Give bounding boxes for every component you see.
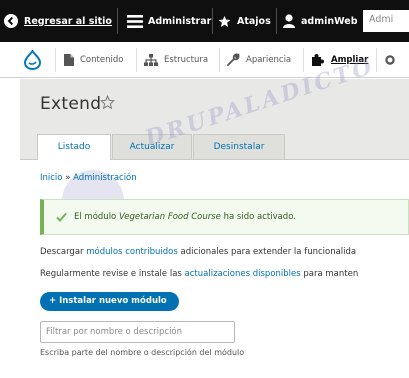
tray-item-structure[interactable]: Estructura	[144, 42, 208, 77]
shortcuts-tab[interactable]: Atajos	[218, 0, 271, 42]
tab-list[interactable]: Listado	[37, 134, 111, 160]
toolbar-divider	[117, 8, 118, 34]
contrib-modules-link[interactable]: módulos contribuidos	[86, 247, 178, 257]
status-message-text: El módulo Vegetarian Food Course ha sido…	[74, 212, 296, 222]
module-filter-input[interactable]	[40, 321, 235, 343]
hamburger-icon	[127, 14, 143, 28]
install-new-module-button[interactable]: + Instalar nuevo módulo	[40, 292, 179, 311]
tab-uninstall[interactable]: Desinstalar	[193, 134, 285, 159]
user-tab-label: adminWeb	[301, 15, 358, 27]
back-to-site-link[interactable]: Regresar al sitio	[4, 0, 112, 42]
paragraph-text: para manten	[300, 269, 359, 279]
manage-tab[interactable]: Administrar	[127, 0, 211, 42]
toolbar-divider	[276, 8, 277, 34]
filter-help-text: Escriba parte del nombre o descripción d…	[40, 348, 245, 357]
sitemap-icon	[144, 53, 158, 66]
breadcrumb-home-link[interactable]: Inicio	[40, 173, 63, 183]
tray-divider	[303, 48, 304, 72]
contrib-modules-paragraph: Descargar módulos contribuidos adicional…	[40, 247, 356, 257]
tray-item-configuration[interactable]	[384, 42, 396, 77]
status-message: El módulo Vegetarian Food Course ha sido…	[40, 199, 409, 235]
available-updates-link[interactable]: actualizaciones disponibles	[185, 269, 301, 279]
tray-divider	[55, 48, 56, 72]
star-icon	[218, 15, 231, 27]
user-icon	[283, 14, 295, 28]
message-suffix: ha sido activado.	[220, 212, 296, 222]
file-icon	[64, 53, 74, 66]
updates-paragraph: Regularmente revise e instale las actual…	[40, 269, 358, 279]
paragraph-text: adicionales para extender la funcionalid…	[177, 247, 357, 257]
breadcrumb-admin-link[interactable]: Administración	[73, 173, 137, 183]
message-module-name: Vegetarian Food Course	[118, 212, 221, 222]
admin-search-input[interactable]: Admi	[363, 10, 409, 32]
tray-divider	[376, 48, 377, 72]
tray-item-label: Estructura	[164, 54, 209, 65]
manage-tab-label: Administrar	[148, 15, 212, 27]
paragraph-text: Regularmente revise e instale las	[40, 269, 185, 279]
breadcrumb-separator: »	[65, 173, 71, 183]
admin-toolbar: Regresar al sitio Administrar Atajos adm…	[0, 0, 409, 42]
tray-item-label: Apariencia	[246, 54, 292, 65]
paragraph-text: Descargar	[40, 247, 87, 257]
breadcrumb: Inicio » Administración	[40, 173, 137, 183]
page-title: Extend	[40, 94, 102, 114]
chevron-left-circle-icon	[4, 14, 18, 28]
tray-item-label: Contenido	[80, 54, 124, 65]
home-drop-link[interactable]	[24, 42, 41, 77]
drupal-drop-icon	[24, 49, 41, 70]
message-prefix: El módulo	[74, 212, 119, 222]
tray-divider	[136, 48, 137, 72]
back-to-site-label: Regresar al sitio	[24, 15, 112, 27]
check-icon	[56, 212, 67, 222]
wrench-icon	[227, 53, 240, 66]
shortcuts-tab-label: Atajos	[237, 15, 271, 27]
tray-item-appearance[interactable]: Apariencia	[227, 42, 291, 77]
tray-item-content[interactable]: Contenido	[64, 42, 123, 77]
tray-divider	[219, 48, 220, 72]
puzzle-icon	[312, 53, 324, 66]
gear-icon	[385, 54, 395, 65]
user-tab[interactable]: adminWeb	[283, 0, 358, 42]
shortcut-star-icon[interactable]	[100, 95, 115, 110]
toolbar-divider	[212, 8, 213, 34]
